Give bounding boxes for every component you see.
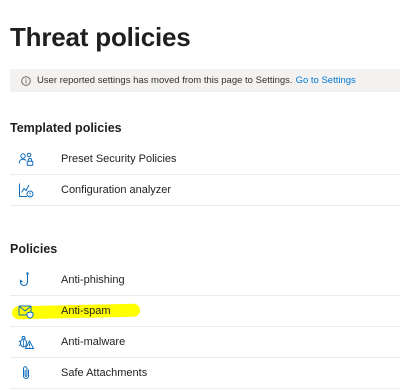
fish-hook-icon bbox=[18, 272, 34, 288]
bug-warning-icon bbox=[18, 334, 35, 350]
list-item-anti-malware[interactable]: Anti-malware bbox=[10, 327, 400, 358]
list-item-label: Safe Attachments bbox=[61, 367, 148, 379]
info-message-text: User reported settings has moved from th… bbox=[37, 75, 293, 86]
policies-list: Anti-phishing Anti-spam Anti-malware Saf… bbox=[10, 265, 400, 389]
mail-shield-icon bbox=[18, 303, 34, 319]
list-item-label: Anti-phishing bbox=[61, 274, 125, 286]
people-lock-icon bbox=[18, 151, 34, 167]
chart-analyzer-icon bbox=[18, 182, 34, 198]
paperclip-icon bbox=[18, 365, 34, 381]
list-item-anti-spam[interactable]: Anti-spam bbox=[10, 296, 400, 327]
page-title: Threat policies bbox=[10, 22, 191, 52]
info-icon bbox=[21, 75, 31, 86]
list-item-label: Configuration analyzer bbox=[61, 184, 172, 196]
list-item-preset-security-policies[interactable]: Preset Security Policies bbox=[10, 144, 400, 175]
info-message-bar: User reported settings has moved from th… bbox=[10, 69, 400, 92]
list-item-label: Anti-malware bbox=[61, 336, 126, 348]
list-item-label: Anti-spam bbox=[61, 305, 111, 317]
templated-policies-heading: Templated policies bbox=[10, 121, 122, 135]
go-to-settings-link[interactable]: Go to Settings bbox=[296, 75, 356, 86]
policies-heading: Policies bbox=[10, 242, 58, 256]
list-item-label: Preset Security Policies bbox=[61, 153, 177, 165]
templated-policies-list: Preset Security Policies Configuration a… bbox=[10, 144, 400, 206]
list-item-anti-phishing[interactable]: Anti-phishing bbox=[10, 265, 400, 296]
list-item-safe-attachments[interactable]: Safe Attachments bbox=[10, 358, 400, 389]
list-item-configuration-analyzer[interactable]: Configuration analyzer bbox=[10, 175, 400, 206]
